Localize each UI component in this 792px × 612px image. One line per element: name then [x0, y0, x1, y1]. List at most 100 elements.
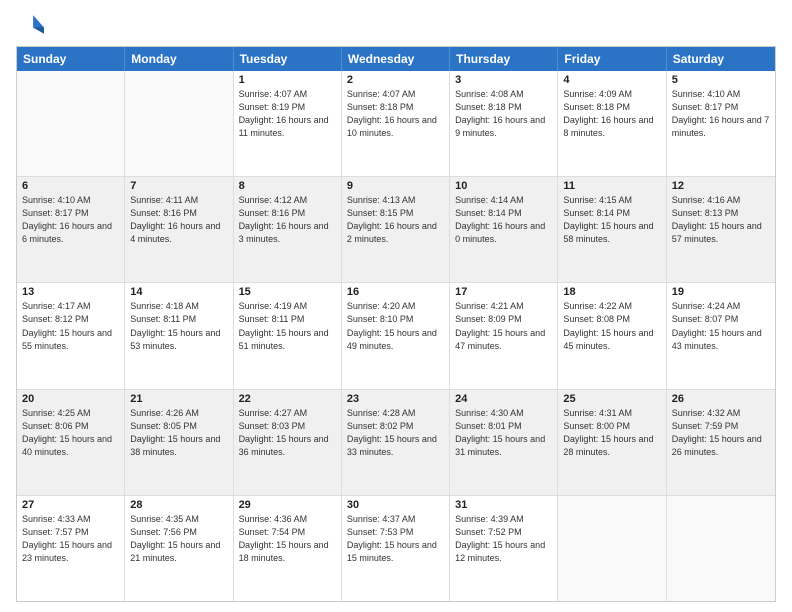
day-info: Sunrise: 4:15 AM Sunset: 8:14 PM Dayligh…: [563, 194, 660, 246]
calendar-row-4: 27 Sunrise: 4:33 AM Sunset: 7:57 PM Dayli…: [17, 496, 775, 601]
day-number: 21: [130, 393, 227, 405]
day-number: 20: [22, 393, 119, 405]
calendar-cell: 25 Sunrise: 4:31 AM Sunset: 8:00 PM Dayli…: [558, 390, 666, 495]
day-info: Sunrise: 4:07 AM Sunset: 8:18 PM Dayligh…: [347, 88, 444, 140]
calendar-cell: 21 Sunrise: 4:26 AM Sunset: 8:05 PM Dayli…: [125, 390, 233, 495]
day-number: 10: [455, 180, 552, 192]
day-info: Sunrise: 4:35 AM Sunset: 7:56 PM Dayligh…: [130, 513, 227, 565]
calendar-cell: 4 Sunrise: 4:09 AM Sunset: 8:18 PM Daylig…: [558, 71, 666, 176]
day-number: 11: [563, 180, 660, 192]
calendar-cell: 16 Sunrise: 4:20 AM Sunset: 8:10 PM Dayli…: [342, 283, 450, 388]
weekday-header-saturday: Saturday: [667, 47, 775, 71]
calendar-row-2: 13 Sunrise: 4:17 AM Sunset: 8:12 PM Dayli…: [17, 283, 775, 389]
calendar-cell: 9 Sunrise: 4:13 AM Sunset: 8:15 PM Daylig…: [342, 177, 450, 282]
day-info: Sunrise: 4:30 AM Sunset: 8:01 PM Dayligh…: [455, 407, 552, 459]
calendar-cell: 23 Sunrise: 4:28 AM Sunset: 8:02 PM Dayli…: [342, 390, 450, 495]
calendar-cell: 18 Sunrise: 4:22 AM Sunset: 8:08 PM Dayli…: [558, 283, 666, 388]
day-info: Sunrise: 4:25 AM Sunset: 8:06 PM Dayligh…: [22, 407, 119, 459]
day-info: Sunrise: 4:24 AM Sunset: 8:07 PM Dayligh…: [672, 300, 770, 352]
day-info: Sunrise: 4:11 AM Sunset: 8:16 PM Dayligh…: [130, 194, 227, 246]
day-info: Sunrise: 4:07 AM Sunset: 8:19 PM Dayligh…: [239, 88, 336, 140]
day-info: Sunrise: 4:22 AM Sunset: 8:08 PM Dayligh…: [563, 300, 660, 352]
day-number: 15: [239, 286, 336, 298]
day-number: 30: [347, 499, 444, 511]
day-number: 5: [672, 74, 770, 86]
weekday-header-friday: Friday: [558, 47, 666, 71]
calendar-cell: 6Sunrise: 4:10 AM Sunset: 8:17 PM Daylig…: [17, 177, 125, 282]
day-info: Sunrise: 4:10 AM Sunset: 8:17 PM Dayligh…: [672, 88, 770, 140]
day-info: Sunrise: 4:33 AM Sunset: 7:57 PM Dayligh…: [22, 513, 119, 565]
calendar-header: SundayMondayTuesdayWednesdayThursdayFrid…: [17, 47, 775, 71]
calendar-cell: [125, 71, 233, 176]
weekday-header-sunday: Sunday: [17, 47, 125, 71]
day-number: 23: [347, 393, 444, 405]
header: [16, 12, 776, 40]
calendar-cell: 31 Sunrise: 4:39 AM Sunset: 7:52 PM Dayli…: [450, 496, 558, 601]
day-number: 24: [455, 393, 552, 405]
weekday-header-wednesday: Wednesday: [342, 47, 450, 71]
day-number: 22: [239, 393, 336, 405]
day-info: Sunrise: 4:36 AM Sunset: 7:54 PM Dayligh…: [239, 513, 336, 565]
calendar-cell: 2 Sunrise: 4:07 AM Sunset: 8:18 PM Daylig…: [342, 71, 450, 176]
day-info: Sunrise: 4:19 AM Sunset: 8:11 PM Dayligh…: [239, 300, 336, 352]
page: SundayMondayTuesdayWednesdayThursdayFrid…: [0, 0, 792, 612]
calendar-cell: 19 Sunrise: 4:24 AM Sunset: 8:07 PM Dayli…: [667, 283, 775, 388]
calendar-cell: 14 Sunrise: 4:18 AM Sunset: 8:11 PM Dayli…: [125, 283, 233, 388]
calendar-cell: 24 Sunrise: 4:30 AM Sunset: 8:01 PM Dayli…: [450, 390, 558, 495]
day-info: Sunrise: 4:09 AM Sunset: 8:18 PM Dayligh…: [563, 88, 660, 140]
day-number: 13: [22, 286, 119, 298]
calendar-cell: 13 Sunrise: 4:17 AM Sunset: 8:12 PM Dayli…: [17, 283, 125, 388]
day-number: 28: [130, 499, 227, 511]
day-number: 25: [563, 393, 660, 405]
day-number: 8: [239, 180, 336, 192]
day-number: 2: [347, 74, 444, 86]
day-number: 9: [347, 180, 444, 192]
day-number: 4: [563, 74, 660, 86]
day-info: Sunrise: 4:37 AM Sunset: 7:53 PM Dayligh…: [347, 513, 444, 565]
day-number: 14: [130, 286, 227, 298]
day-number: 18: [563, 286, 660, 298]
weekday-header-thursday: Thursday: [450, 47, 558, 71]
day-number: 17: [455, 286, 552, 298]
day-info: Sunrise: 4:31 AM Sunset: 8:00 PM Dayligh…: [563, 407, 660, 459]
calendar-cell: 27 Sunrise: 4:33 AM Sunset: 7:57 PM Dayli…: [17, 496, 125, 601]
calendar-row-0: 1 Sunrise: 4:07 AM Sunset: 8:19 PM Daylig…: [17, 71, 775, 177]
calendar-cell: 7 Sunrise: 4:11 AM Sunset: 8:16 PM Daylig…: [125, 177, 233, 282]
day-number: 1: [239, 74, 336, 86]
day-number: 7: [130, 180, 227, 192]
day-number: 6: [22, 180, 119, 192]
calendar-cell: 20 Sunrise: 4:25 AM Sunset: 8:06 PM Dayli…: [17, 390, 125, 495]
day-info: Sunrise: 4:39 AM Sunset: 7:52 PM Dayligh…: [455, 513, 552, 565]
calendar-cell: 3 Sunrise: 4:08 AM Sunset: 8:18 PM Daylig…: [450, 71, 558, 176]
calendar-cell: 29Sunrise: 4:36 AM Sunset: 7:54 PM Dayli…: [234, 496, 342, 601]
day-info: Sunrise: 4:21 AM Sunset: 8:09 PM Dayligh…: [455, 300, 552, 352]
day-info: Sunrise: 4:16 AM Sunset: 8:13 PM Dayligh…: [672, 194, 770, 246]
day-info: Sunrise: 4:20 AM Sunset: 8:10 PM Dayligh…: [347, 300, 444, 352]
day-number: 31: [455, 499, 552, 511]
day-info: Sunrise: 4:17 AM Sunset: 8:12 PM Dayligh…: [22, 300, 119, 352]
weekday-header-monday: Monday: [125, 47, 233, 71]
day-info: Sunrise: 4:18 AM Sunset: 8:11 PM Dayligh…: [130, 300, 227, 352]
calendar-cell: 28 Sunrise: 4:35 AM Sunset: 7:56 PM Dayli…: [125, 496, 233, 601]
calendar: SundayMondayTuesdayWednesdayThursdayFrid…: [16, 46, 776, 602]
calendar-cell: 15 Sunrise: 4:19 AM Sunset: 8:11 PM Dayli…: [234, 283, 342, 388]
weekday-header-tuesday: Tuesday: [234, 47, 342, 71]
day-info: Sunrise: 4:32 AM Sunset: 7:59 PM Dayligh…: [672, 407, 770, 459]
calendar-cell: 26 Sunrise: 4:32 AM Sunset: 7:59 PM Dayli…: [667, 390, 775, 495]
day-info: Sunrise: 4:14 AM Sunset: 8:14 PM Dayligh…: [455, 194, 552, 246]
day-number: 26: [672, 393, 770, 405]
calendar-row-1: 6Sunrise: 4:10 AM Sunset: 8:17 PM Daylig…: [17, 177, 775, 283]
day-info: Sunrise: 4:13 AM Sunset: 8:15 PM Dayligh…: [347, 194, 444, 246]
day-number: 16: [347, 286, 444, 298]
day-info: Sunrise: 4:08 AM Sunset: 8:18 PM Dayligh…: [455, 88, 552, 140]
calendar-cell: 12Sunrise: 4:16 AM Sunset: 8:13 PM Dayli…: [667, 177, 775, 282]
logo: [16, 12, 48, 40]
calendar-cell: 30 Sunrise: 4:37 AM Sunset: 7:53 PM Dayli…: [342, 496, 450, 601]
day-number: 27: [22, 499, 119, 511]
day-info: Sunrise: 4:26 AM Sunset: 8:05 PM Dayligh…: [130, 407, 227, 459]
calendar-body: 1 Sunrise: 4:07 AM Sunset: 8:19 PM Daylig…: [17, 71, 775, 601]
calendar-cell: 10 Sunrise: 4:14 AM Sunset: 8:14 PM Dayli…: [450, 177, 558, 282]
day-info: Sunrise: 4:28 AM Sunset: 8:02 PM Dayligh…: [347, 407, 444, 459]
day-number: 3: [455, 74, 552, 86]
day-number: 19: [672, 286, 770, 298]
